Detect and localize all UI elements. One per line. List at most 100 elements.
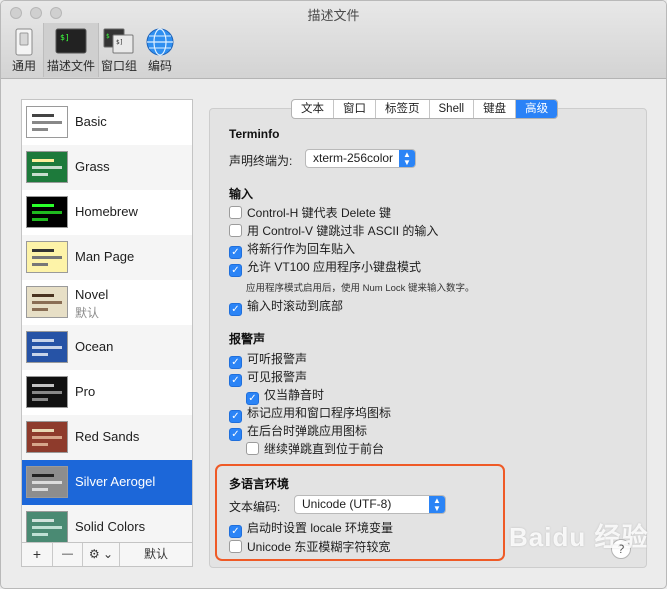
- option-label: 输入时滚动到底部: [247, 299, 344, 313]
- tab-keyboard[interactable]: 键盘: [474, 100, 517, 118]
- switch-icon: [15, 28, 33, 56]
- option-badge-dock-icon[interactable]: ✓ 标记应用和窗口程序坞图标: [229, 405, 392, 423]
- profile-thumbnail: [26, 196, 68, 228]
- option-only-when-muted[interactable]: ✓ 仅当静音时: [246, 387, 325, 405]
- profile-name: Novel: [75, 287, 109, 302]
- add-profile-button[interactable]: +: [22, 543, 53, 566]
- gear-menu-button[interactable]: ⚙ ⌄: [83, 543, 120, 566]
- profile-name: Ocean: [75, 339, 114, 354]
- profile-thumbnail: [26, 421, 68, 453]
- checkbox-checked[interactable]: ✓: [229, 246, 242, 259]
- option-keep-bouncing[interactable]: 继续弹跳直到位于前台: [246, 441, 384, 457]
- bell-heading: 报警声: [229, 332, 266, 346]
- list-item[interactable]: Novel 默认: [22, 280, 192, 325]
- tab-shell[interactable]: Shell: [430, 100, 475, 118]
- checkbox-checked[interactable]: ✓: [229, 264, 242, 277]
- profile-name: Homebrew: [75, 204, 138, 219]
- toolbar-general[interactable]: 通用: [5, 23, 43, 77]
- option-label: Control-H 键代表 Delete 键: [247, 206, 392, 220]
- keypad-note: 应用程序模式启用后，使用 Num Lock 键来输入数字。: [246, 283, 475, 294]
- toolbar-label: 描述文件: [46, 59, 95, 73]
- profile-name: Pro: [75, 384, 96, 399]
- option-label: 可见报警声: [247, 370, 308, 384]
- list-item-selected[interactable]: Silver Aerogel: [22, 460, 192, 505]
- terminal-type-select[interactable]: xterm-256color ▲ ▼: [305, 149, 416, 168]
- toolbar-profiles[interactable]: $] 描述文件: [43, 23, 99, 77]
- terminal-preferences-window: 描述文件 通用 $] 描述文件 $ $] 窗口组 编码 Basic Grass …: [0, 0, 667, 589]
- checkbox[interactable]: [229, 206, 242, 219]
- tab-tabs[interactable]: 标签页: [376, 100, 430, 118]
- option-vt100-keypad[interactable]: ✓ 允许 VT100 应用程序小键盘模式: [229, 259, 422, 277]
- remove-profile-button[interactable]: —: [53, 543, 83, 566]
- tab-window[interactable]: 窗口: [334, 100, 376, 118]
- profile-thumbnail: [26, 241, 68, 273]
- option-visual-bell[interactable]: ✓ 可见报警声: [229, 369, 308, 387]
- checkbox-checked[interactable]: ✓: [246, 392, 259, 405]
- profile-thumbnail: [26, 106, 68, 138]
- checkbox-checked[interactable]: ✓: [229, 303, 242, 316]
- option-control-h-delete[interactable]: Control-H 键代表 Delete 键: [229, 205, 391, 221]
- terminal-type-value: xterm-256color: [313, 151, 394, 165]
- toolbar-window-groups[interactable]: $ $] 窗口组: [100, 23, 138, 77]
- checkbox-checked[interactable]: ✓: [229, 410, 242, 423]
- settings-tabs: 文本 窗口 标签页 Shell 键盘 高级: [291, 99, 559, 119]
- title-bar: 描述文件 通用 $] 描述文件 $ $] 窗口组 编码: [1, 1, 666, 79]
- option-label: 标记应用和窗口程序坞图标: [247, 406, 392, 420]
- option-label: 允许 VT100 应用程序小键盘模式: [247, 260, 422, 274]
- globe-icon: [146, 28, 174, 56]
- toolbar-encodings[interactable]: 编码: [141, 23, 179, 77]
- profile-list[interactable]: Basic Grass Homebrew Man Page Novel 默认 O…: [21, 99, 193, 543]
- option-audible-bell[interactable]: ✓ 可听报警声: [229, 351, 308, 369]
- chevron-updown-icon: ▲ ▼: [399, 150, 415, 167]
- list-item[interactable]: Solid Colors: [22, 505, 192, 542]
- checkbox-checked[interactable]: ✓: [229, 356, 242, 369]
- option-paste-newline[interactable]: ✓ 将新行作为回车贴入: [229, 241, 356, 259]
- svg-text:$: $: [106, 33, 110, 40]
- svg-text:$]: $]: [116, 39, 123, 46]
- default-profile-badge: 默认: [75, 306, 100, 320]
- option-label: 在后台时弹跳应用图标: [247, 424, 368, 438]
- profile-thumbnail: [26, 331, 68, 363]
- profile-list-toolbar: + — ⚙ ⌄ 默认: [21, 543, 193, 567]
- tab-text[interactable]: 文本: [292, 100, 334, 118]
- svg-text:$]: $]: [60, 33, 70, 42]
- terminal-profile-icon: $]: [55, 28, 87, 54]
- list-item[interactable]: Ocean: [22, 325, 192, 370]
- option-label: 用 Control-V 键跳过非 ASCII 的输入: [247, 224, 439, 238]
- option-label: 仅当静音时: [264, 388, 325, 402]
- checkbox[interactable]: [229, 224, 242, 237]
- profile-thumbnail: [26, 511, 68, 542]
- option-label: 将新行作为回车贴入: [247, 242, 356, 256]
- checkbox-checked[interactable]: ✓: [229, 428, 242, 441]
- list-item[interactable]: Man Page: [22, 235, 192, 280]
- list-item[interactable]: Pro: [22, 370, 192, 415]
- toolbar-label: 窗口组: [100, 59, 137, 73]
- tab-advanced[interactable]: 高级: [516, 100, 558, 118]
- profile-name: Red Sands: [75, 429, 140, 444]
- list-item[interactable]: Grass: [22, 145, 192, 190]
- option-label: 可听报警声: [247, 352, 308, 366]
- input-heading: 输入: [229, 187, 254, 201]
- window-group-icon: $ $]: [103, 28, 134, 54]
- profile-thumbnail: [26, 376, 68, 408]
- profile-name: Basic: [75, 114, 107, 129]
- annotation-highlight-box: [215, 464, 505, 561]
- list-item[interactable]: Red Sands: [22, 415, 192, 460]
- toolbar-label: 编码: [147, 59, 172, 73]
- set-default-button[interactable]: 默认: [120, 543, 192, 566]
- profile-name: Grass: [75, 159, 110, 174]
- toolbar-label: 通用: [11, 59, 36, 73]
- profile-thumbnail: [26, 286, 68, 318]
- profile-thumbnail: [26, 151, 68, 183]
- option-control-v-escape[interactable]: 用 Control-V 键跳过非 ASCII 的输入: [229, 223, 438, 239]
- window-title: 描述文件: [307, 8, 360, 23]
- profile-thumbnail: [26, 466, 68, 498]
- watermark: Baidu 经验: [509, 522, 649, 552]
- option-label: 继续弹跳直到位于前台: [264, 442, 385, 456]
- option-scroll-on-input[interactable]: ✓ 输入时滚动到底部: [229, 298, 344, 316]
- checkbox-checked[interactable]: ✓: [229, 374, 242, 387]
- list-item[interactable]: Basic: [22, 100, 192, 145]
- list-item[interactable]: Homebrew: [22, 190, 192, 235]
- checkbox[interactable]: [246, 442, 259, 455]
- option-bounce-in-background[interactable]: ✓ 在后台时弹跳应用图标: [229, 423, 368, 441]
